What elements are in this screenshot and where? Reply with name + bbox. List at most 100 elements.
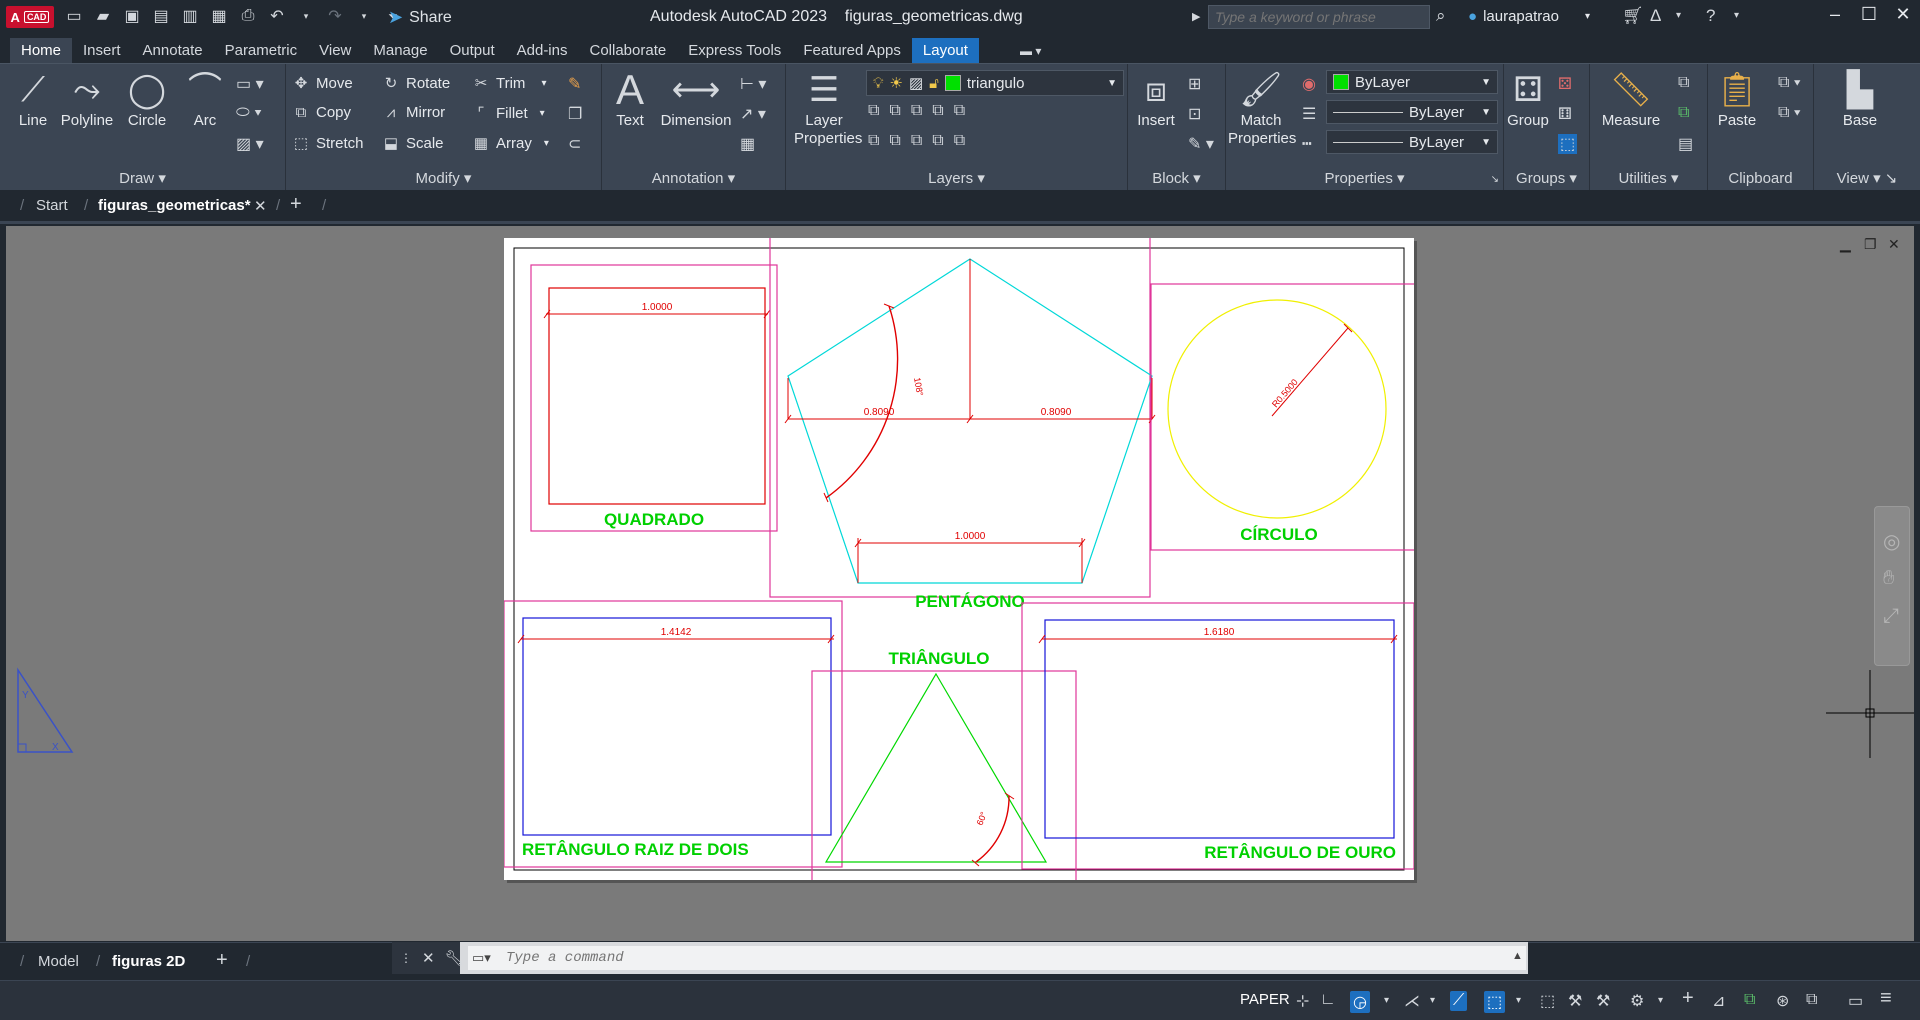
ellipse-icon[interactable]: ⬭ ▾	[236, 104, 262, 122]
tab-view[interactable]: View	[308, 38, 362, 64]
tab-manage[interactable]: Manage	[362, 38, 438, 64]
command-customize-icon[interactable]: 🔧︎	[445, 949, 464, 967]
plot-icon[interactable]: ⎙	[238, 6, 258, 26]
search-icon[interactable]: ⌕	[1436, 6, 1446, 26]
tab-insert[interactable]: Insert	[72, 38, 132, 64]
fullscreen-icon[interactable]: ▭	[1848, 991, 1863, 1011]
trim-button[interactable]: ✂ Trim ▾	[472, 74, 547, 93]
line-button[interactable]: ⟋ Line	[10, 68, 56, 129]
command-close-icon[interactable]: ✕	[422, 949, 435, 967]
layer-dropdown[interactable]: 💡︎ ☀ ▨ 🔓︎ triangulo ▼	[866, 70, 1124, 96]
block-attribute-icon[interactable]: ✎ ▾	[1188, 134, 1214, 154]
calculator-icon[interactable]: ▤	[1678, 134, 1693, 154]
paper-space-toggle[interactable]: PAPER	[1240, 991, 1290, 1008]
scale-button[interactable]: ⬓ Scale	[382, 134, 444, 153]
command-expand-icon[interactable]: ▲	[1512, 950, 1523, 962]
command-input[interactable]	[468, 946, 1526, 970]
tab-collaborate[interactable]: Collaborate	[578, 38, 677, 64]
rotate-button[interactable]: ↻ Rotate	[382, 74, 451, 93]
minimize-button[interactable]: –	[1820, 4, 1850, 28]
annotation-monitor-plus-icon[interactable]: +	[1682, 987, 1694, 1010]
isodraft-icon[interactable]: ⋌	[1404, 991, 1420, 1011]
help-dropdown-icon[interactable]: ▾	[1734, 10, 1739, 21]
account-dropdown-icon[interactable]: ▾	[1676, 10, 1681, 21]
paste-button[interactable]: 📋︎ Paste	[1712, 68, 1762, 129]
help-icon[interactable]: ?	[1706, 6, 1715, 26]
close-tab-icon[interactable]: ✕	[254, 197, 267, 215]
undo-dropdown-icon[interactable]: ▾	[296, 6, 316, 26]
group-button[interactable]: ⚃ Group	[1506, 68, 1550, 129]
array-button[interactable]: ▦ Array ▾	[472, 134, 549, 153]
copy-button[interactable]: ⧉ Copy	[292, 104, 351, 121]
tab-figuras-2d[interactable]: figuras 2D	[112, 953, 185, 970]
create-block-icon[interactable]: ⊞	[1188, 74, 1201, 94]
workspace-gear-icon[interactable]: ⚙	[1630, 991, 1644, 1011]
explode-icon[interactable]: ❐	[568, 104, 582, 124]
stretch-button[interactable]: ⬚ Stretch	[292, 134, 364, 153]
ungroup-icon[interactable]: ⚄	[1558, 74, 1572, 94]
properties-dialog-launcher-icon[interactable]: ↘	[1491, 174, 1499, 185]
polyline-button[interactable]: ⤳ Polyline	[58, 68, 116, 129]
open-web-icon[interactable]: ▥	[180, 6, 200, 26]
tab-model[interactable]: Model	[38, 953, 79, 970]
tab-express-tools[interactable]: Express Tools	[677, 38, 792, 64]
viewport-minimize-icon[interactable]: ▁	[1840, 236, 1851, 253]
arc-button[interactable]: ⌒ Arc	[182, 68, 228, 129]
save-web-icon[interactable]: ▦	[209, 6, 229, 26]
modify-panel-title[interactable]: Modify ▾	[286, 169, 601, 187]
isodraft-dropdown-icon[interactable]: ▾	[1430, 995, 1435, 1006]
linetype-dropdown[interactable]: ByLayer ▼	[1326, 100, 1498, 124]
ortho-icon[interactable]: ∟	[1320, 991, 1336, 1009]
new-tab-plus-icon[interactable]: +	[290, 193, 302, 216]
quick-properties-icon[interactable]: ⧉	[1744, 991, 1755, 1009]
move-button[interactable]: ✥ Move	[292, 74, 353, 93]
annotation-panel-title[interactable]: Annotation ▾	[602, 169, 785, 187]
circle-button[interactable]: ◯ Circle	[124, 68, 170, 129]
properties-panel-title[interactable]: Properties ▾	[1226, 169, 1503, 187]
command-history-icon[interactable]: ▭▾	[472, 950, 491, 966]
erase-icon[interactable]: ✎	[568, 74, 581, 94]
golden-rectangle-figure[interactable]: 1.6180 RETÂNGULO DE OURO	[1021, 602, 1415, 870]
clipboard-panel-title[interactable]: Clipboard	[1708, 170, 1813, 187]
snap-grid-icon[interactable]: ⊹	[1296, 991, 1309, 1011]
layer-properties-button[interactable]: ☰ Layer Properties	[792, 68, 862, 148]
user-menu[interactable]: ● laurapatrao ▾	[1468, 8, 1590, 25]
cart-icon[interactable]: 🛒︎	[1622, 6, 1644, 26]
tab-home[interactable]: Home	[10, 38, 73, 64]
pan-hand-icon[interactable]: ✋︎	[1883, 567, 1894, 590]
customization-menu-icon[interactable]: ≡	[1880, 987, 1892, 1010]
polar-tracking-icon[interactable]: ◶	[1350, 991, 1370, 1013]
autodesk-account-icon[interactable]: Δ	[1650, 6, 1661, 26]
maximize-button[interactable]: ☐	[1854, 4, 1884, 28]
redo-dropdown-icon[interactable]: ▾	[354, 6, 374, 26]
group-selection-icon[interactable]: ⬚	[1558, 134, 1578, 154]
tab-figuras-geometricas[interactable]: figuras_geometricas*	[98, 197, 251, 214]
table-icon[interactable]: ▦	[740, 134, 755, 154]
tab-output[interactable]: Output	[439, 38, 506, 64]
new-file-icon[interactable]: ▭	[64, 6, 84, 26]
pentagon-figure[interactable]: 0.8090 0.8090 108° 1.0000 PENTÁGONO	[769, 228, 1156, 611]
viewport-restore-icon[interactable]: ❐	[1864, 236, 1877, 253]
tab-add-ins[interactable]: Add-ins	[506, 38, 579, 64]
zoom-extents-icon[interactable]: ⤢	[1883, 605, 1899, 628]
app-logo[interactable]: A CAD	[6, 6, 54, 28]
command-grip-icon[interactable]: ⋮	[400, 951, 412, 965]
color-dropdown[interactable]: ByLayer ▼	[1326, 70, 1498, 94]
selection-cycling-icon[interactable]: ⬚	[1540, 991, 1555, 1011]
tab-featured-apps[interactable]: Featured Apps	[792, 38, 912, 64]
tab-parametric[interactable]: Parametric	[214, 38, 309, 64]
tab-annotate[interactable]: Annotate	[132, 38, 214, 64]
save-icon[interactable]: ▣	[122, 6, 142, 26]
mirror-button[interactable]: ⩘ Mirror	[382, 104, 445, 121]
redo-icon[interactable]: ↷	[325, 6, 345, 26]
utilities-panel-title[interactable]: Utilities ▾	[1590, 169, 1707, 187]
layers-panel-title[interactable]: Layers ▾	[786, 169, 1127, 187]
share-button[interactable]: ➤ Share	[388, 7, 452, 28]
object-snap-dropdown-icon[interactable]: ▾	[1516, 995, 1521, 1006]
view-panel-title[interactable]: View ▾ ↘	[1814, 169, 1920, 187]
search-expand-icon[interactable]: ▶	[1192, 10, 1200, 23]
quick-select-icon[interactable]: ⧉	[1678, 74, 1689, 92]
new-layout-plus-icon[interactable]: +	[216, 949, 228, 972]
open-folder-icon[interactable]: ▰	[93, 6, 113, 26]
close-button[interactable]: ✕	[1888, 4, 1918, 28]
